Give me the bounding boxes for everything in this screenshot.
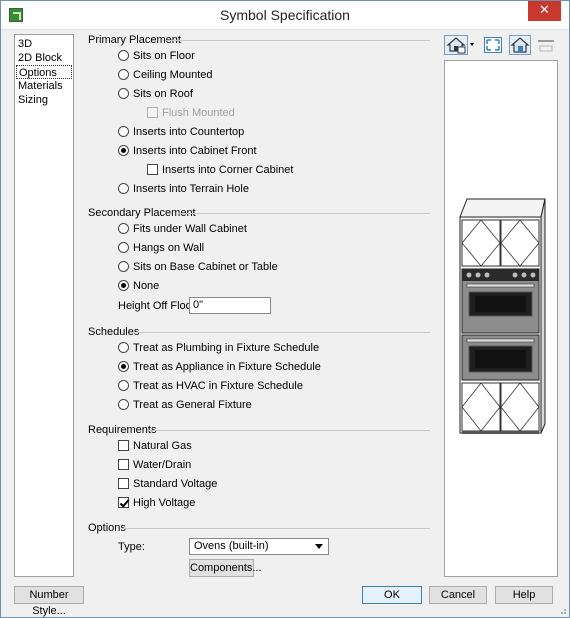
radio-label: None	[133, 280, 160, 292]
components-button[interactable]: Components...	[189, 559, 262, 577]
close-button[interactable]: ✕	[528, 1, 561, 21]
radio-button[interactable]	[118, 222, 129, 234]
radio-sits-on-base-cabinet[interactable]: Sits on Base Cabinet or Table	[118, 259, 278, 275]
checkbox	[147, 106, 158, 118]
checkbox-label: Inserts into Corner Cabinet	[162, 164, 294, 176]
nav-item-3d[interactable]: 3D	[15, 37, 73, 51]
category-list: 3D 2D Block Options Materials Sizing	[14, 34, 74, 577]
symbol-specification-dialog: Symbol Specification ✕ 3D 2D Block Optio…	[0, 0, 570, 618]
radio-label: Inserts into Terrain Hole	[133, 183, 249, 195]
symbol-preview	[444, 60, 558, 577]
radio-button[interactable]	[118, 125, 129, 137]
checkbox[interactable]	[118, 439, 129, 451]
preview-toolbar	[444, 35, 557, 57]
checkbox-flush-mounted: Flush Mounted	[147, 105, 235, 121]
checkbox-label: High Voltage	[133, 497, 196, 509]
radio-button-selected[interactable]	[118, 360, 129, 372]
window-title: Symbol Specification	[220, 7, 350, 23]
radio-hvac-schedule[interactable]: Treat as HVAC in Fixture Schedule	[118, 378, 303, 394]
radio-sits-on-floor[interactable]: Sits on Floor	[118, 48, 195, 64]
help-button[interactable]: Help	[495, 586, 553, 604]
type-dropdown[interactable]: Ovens (built-in)	[189, 538, 329, 555]
radio-button[interactable]	[118, 87, 129, 99]
type-label: Type:	[118, 541, 145, 553]
radio-inserts-countertop[interactable]: Inserts into Countertop	[118, 124, 244, 140]
height-off-floor-input[interactable]: 0"	[189, 297, 271, 314]
requirements-title: Requirements	[88, 424, 157, 436]
radio-button-selected[interactable]	[118, 144, 129, 156]
section-divider	[135, 332, 430, 333]
radio-appliance-schedule[interactable]: Treat as Appliance in Fixture Schedule	[118, 359, 321, 375]
checkbox-inserts-corner-cabinet[interactable]: Inserts into Corner Cabinet	[147, 162, 293, 178]
checkbox-label: Natural Gas	[133, 440, 192, 452]
radio-label: Sits on Roof	[133, 88, 193, 100]
checkbox-natural-gas[interactable]: Natural Gas	[118, 438, 192, 454]
ok-button[interactable]: OK	[362, 586, 422, 604]
resize-grip-icon[interactable]	[557, 605, 567, 615]
number-style-button[interactable]: Number Style...	[14, 586, 84, 617]
radio-button[interactable]	[118, 398, 129, 410]
radio-label: Treat as Appliance in Fixture Schedule	[133, 361, 321, 373]
radio-label: Hangs on Wall	[133, 242, 205, 254]
checkbox-label: Standard Voltage	[133, 478, 218, 490]
radio-label: Ceiling Mounted	[133, 69, 213, 81]
checkbox[interactable]	[118, 458, 129, 470]
radio-inserts-cabinet-front[interactable]: Inserts into Cabinet Front	[118, 143, 257, 159]
radio-label: Fits under Wall Cabinet	[133, 223, 247, 235]
radio-button-selected[interactable]	[118, 279, 129, 291]
radio-label: Treat as General Fixture	[133, 399, 252, 411]
radio-button[interactable]	[118, 379, 129, 391]
checkbox-high-voltage[interactable]: High Voltage	[118, 495, 195, 511]
section-divider	[149, 430, 430, 431]
title-bar: Symbol Specification ✕	[1, 1, 569, 30]
checkbox-water-drain[interactable]: Water/Drain	[118, 457, 191, 473]
radio-ceiling-mounted[interactable]: Ceiling Mounted	[118, 67, 213, 83]
checkbox-label: Flush Mounted	[162, 107, 235, 119]
nav-item-sizing[interactable]: Sizing	[15, 93, 73, 107]
strip-icon[interactable]	[536, 35, 556, 55]
checkbox-checked[interactable]	[118, 496, 129, 508]
section-divider	[165, 40, 430, 41]
radio-fits-under-wall-cabinet[interactable]: Fits under Wall Cabinet	[118, 221, 247, 237]
checkbox[interactable]	[147, 163, 158, 175]
schedules-title: Schedules	[88, 326, 140, 338]
radio-hangs-on-wall[interactable]: Hangs on Wall	[118, 240, 204, 256]
radio-inserts-terrain-hole[interactable]: Inserts into Terrain Hole	[118, 181, 249, 197]
options-title: Options	[88, 522, 126, 534]
checkbox-standard-voltage[interactable]: Standard Voltage	[118, 476, 217, 492]
fill-window-icon[interactable]	[482, 35, 504, 55]
section-divider	[178, 213, 430, 214]
radio-button[interactable]	[118, 49, 129, 61]
view-mode-icon[interactable]	[444, 35, 476, 55]
oven-cabinet-image	[459, 198, 546, 434]
radio-button[interactable]	[118, 260, 129, 272]
radio-sits-on-roof[interactable]: Sits on Roof	[118, 86, 193, 102]
type-dropdown-value: Ovens (built-in)	[194, 540, 269, 552]
height-off-floor-label: Height Off Floor:	[118, 300, 199, 312]
radio-button[interactable]	[118, 182, 129, 194]
checkbox[interactable]	[118, 477, 129, 489]
radio-plumbing-schedule[interactable]: Treat as Plumbing in Fixture Schedule	[118, 340, 319, 356]
nav-item-materials[interactable]: Materials	[15, 79, 73, 93]
nav-item-options[interactable]: Options	[16, 65, 72, 79]
radio-label: Inserts into Countertop	[133, 126, 245, 138]
radio-button[interactable]	[118, 341, 129, 353]
radio-button[interactable]	[118, 241, 129, 253]
camera-view-icon[interactable]	[509, 35, 531, 55]
radio-label: Inserts into Cabinet Front	[133, 145, 257, 157]
checkbox-label: Water/Drain	[133, 459, 192, 471]
chevron-down-icon	[315, 544, 323, 549]
nav-item-2d-block[interactable]: 2D Block	[15, 51, 73, 65]
radio-button[interactable]	[118, 68, 129, 80]
section-divider	[123, 528, 430, 529]
radio-none[interactable]: None	[118, 278, 159, 294]
cancel-button[interactable]: Cancel	[429, 586, 487, 604]
options-panel: Primary Placement Sits on Floor Ceiling …	[81, 31, 436, 579]
radio-label: Treat as HVAC in Fixture Schedule	[133, 380, 303, 392]
radio-general-fixture[interactable]: Treat as General Fixture	[118, 397, 252, 413]
radio-label: Sits on Floor	[133, 50, 195, 62]
radio-label: Sits on Base Cabinet or Table	[133, 261, 278, 273]
radio-label: Treat as Plumbing in Fixture Schedule	[133, 342, 320, 354]
